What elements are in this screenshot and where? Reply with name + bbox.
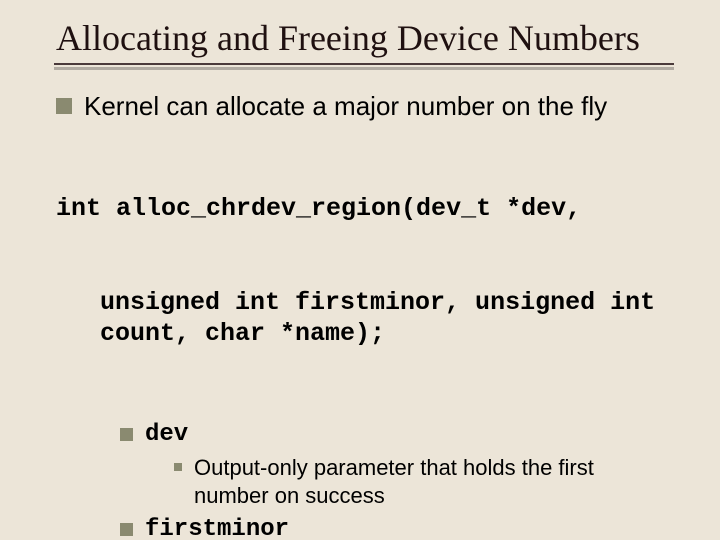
bullet-text: Kernel can allocate a major number on th… — [84, 90, 607, 123]
square-bullet-icon — [120, 523, 133, 536]
title-rule — [54, 63, 674, 70]
slide-title: Allocating and Freeing Device Numbers — [56, 18, 684, 59]
square-bullet-icon — [56, 98, 72, 114]
square-bullet-icon — [174, 463, 182, 471]
param-name: dev — [145, 420, 188, 450]
code-signature: int alloc_chrdev_region(dev_t *dev, unsi… — [56, 131, 684, 412]
square-bullet-icon — [120, 428, 133, 441]
slide: Allocating and Freeing Device Numbers Ke… — [0, 0, 720, 540]
code-line: int alloc_chrdev_region(dev_t *dev, — [56, 193, 684, 224]
bullet-level3: Output-only parameter that holds the fir… — [174, 454, 674, 509]
bullet-level2-dev: dev — [120, 420, 684, 450]
param-desc: Output-only parameter that holds the fir… — [194, 454, 674, 509]
code-line: unsigned int firstminor, unsigned int co… — [56, 287, 684, 350]
bullet-level2-firstminor: firstminor — [120, 515, 684, 540]
param-name: firstminor — [145, 515, 289, 540]
bullet-level1: Kernel can allocate a major number on th… — [56, 90, 684, 123]
